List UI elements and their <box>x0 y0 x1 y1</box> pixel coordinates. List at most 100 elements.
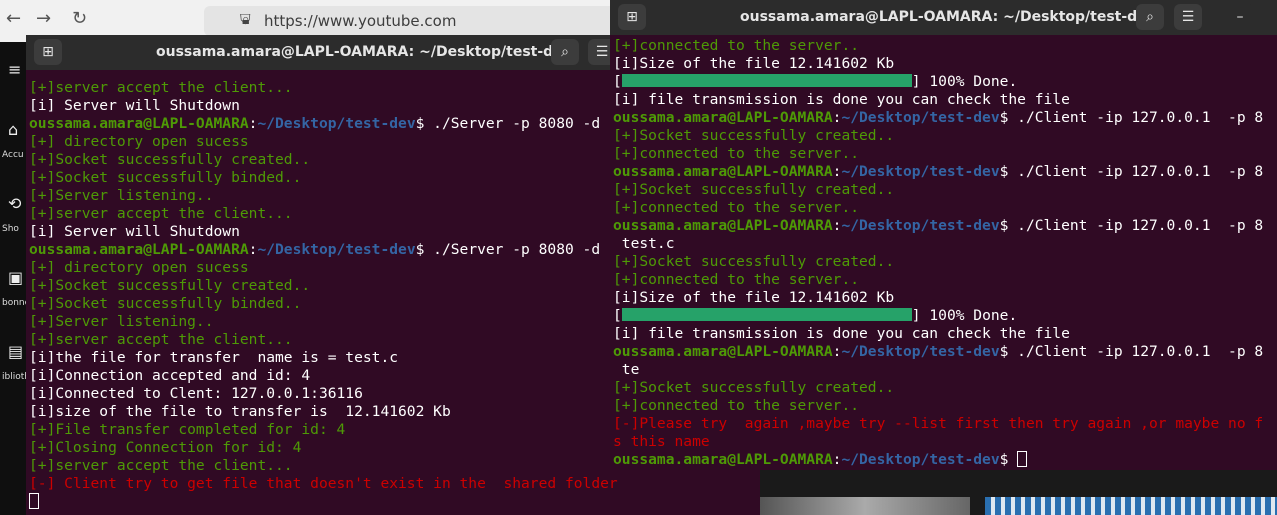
reload-icon[interactable]: ↻ <box>72 8 87 29</box>
sidebar-item-library-label[interactable]: iblioth <box>2 372 26 382</box>
status-message: [+]connected to the server.. <box>613 271 860 288</box>
status-message: [+]Socket successfully binded.. <box>29 295 302 312</box>
terminal-line: te <box>613 361 1277 379</box>
command-text: $ ./Client -ip 127.0.0.1 -p 8 <box>999 217 1264 234</box>
sidebar-item-home-label[interactable]: Accu <box>2 150 26 160</box>
youtube-sidebar: ≡ ⌂ Accu ⟲ Sho ▣ bonne ▤ iblioth <box>0 42 26 515</box>
status-message: [+]connected to the server.. <box>613 397 860 414</box>
status-message: [+] directory open sucess <box>29 259 249 276</box>
prompt-path: ~/Desktop/test-dev <box>841 109 1000 126</box>
sidebar-item-subscriptions-label[interactable]: bonne <box>2 298 26 308</box>
terminal-line: [+]Socket successfully created.. <box>613 379 1277 397</box>
info-message: [i]Size of the file 12.141602 Kb <box>613 55 895 72</box>
command-text: $ ./Client -ip 127.0.0.1 -p 8 <box>999 163 1264 180</box>
address-bar[interactable]: ⛉ 🔒︎ https://www.youtube.com <box>204 6 624 36</box>
info-message: [i]Connected to Clent: 127.0.0.1:36116 <box>29 385 363 402</box>
terminal-line: [i]Size of the file 12.141602 Kb <box>613 289 1277 307</box>
new-tab-icon[interactable]: ⊞ <box>618 4 646 30</box>
hamburger-menu-icon[interactable]: ☰ <box>1174 4 1202 30</box>
terminal-line: [+]connected to the server.. <box>613 199 1277 217</box>
terminal-line: oussama.amara@LAPL-OAMARA:~/Desktop/test… <box>613 109 1277 127</box>
progress-bar <box>621 74 912 87</box>
terminal-line: [+]connected to the server.. <box>613 145 1277 163</box>
search-icon[interactable]: ⌕ <box>1136 4 1164 30</box>
menu-icon[interactable]: ≡ <box>8 60 21 79</box>
terminal-output[interactable]: [+]connected to the server.. [i]Size of t… <box>613 37 1277 470</box>
progress-label: ] 100% Done. <box>911 307 1018 324</box>
info-message: [i] file transmission is done you can ch… <box>613 325 1070 342</box>
terminal-line: [+]connected to the server.. <box>613 271 1277 289</box>
status-message: [+]connected to the server.. <box>613 145 860 162</box>
search-icon[interactable]: ⌕ <box>551 39 579 65</box>
terminal-line: [+]connected to the server.. <box>613 37 1277 55</box>
info-message: [i] file transmission is done you can ch… <box>613 91 1070 108</box>
error-message: [-]Please try again ,maybe try --list fi… <box>613 415 1264 432</box>
terminal-line: [i]Size of the file 12.141602 Kb <box>613 55 1277 73</box>
terminal-line <box>29 493 760 511</box>
terminal-line: [] 100% Done. <box>613 73 1277 91</box>
terminal-line: oussama.amara@LAPL-OAMARA:~/Desktop/test… <box>613 343 1277 361</box>
prompt-path: ~/Desktop/test-dev <box>257 241 416 258</box>
status-message: [+]server accept the client... <box>29 331 293 348</box>
status-message: [+]Socket successfully created.. <box>29 277 311 294</box>
terminal-line: s this name <box>613 433 1277 451</box>
prompt-user: oussama.amara@LAPL-OAMARA <box>613 343 833 360</box>
status-message: [+]Socket successfully created.. <box>29 151 311 168</box>
terminal-titlebar[interactable]: ⊞ oussama.amara@LAPL-OAMARA: ~/Desktop/t… <box>610 0 1277 35</box>
text-cursor <box>1017 451 1028 467</box>
subscriptions-icon[interactable]: ▣ <box>8 268 23 287</box>
prompt-user: oussama.amara@LAPL-OAMARA <box>613 109 833 126</box>
terminal-line: oussama.amara@LAPL-OAMARA:~/Desktop/test… <box>613 217 1277 235</box>
video-thumbnail[interactable] <box>985 497 1277 515</box>
info-message: [i]the file for transfer name is = test.… <box>29 349 399 366</box>
status-message: [+]Server listening.. <box>29 313 214 330</box>
text-cursor <box>29 493 39 509</box>
terminal-line: test.c <box>613 235 1277 253</box>
command-text: $ ./Client -ip 127.0.0.1 -p 8 <box>999 343 1264 360</box>
terminal-line: [i] file transmission is done you can ch… <box>613 325 1277 343</box>
arrow-left-icon[interactable]: ← <box>6 8 21 29</box>
terminal-line: [i] file transmission is done you can ch… <box>613 91 1277 109</box>
status-message: [+]Closing Connection for id: 4 <box>29 439 302 456</box>
status-message: [+]server accept the client... <box>29 79 293 96</box>
terminal-line: [+]Socket successfully created.. <box>613 127 1277 145</box>
terminal-line: [-]Please try again ,maybe try --list fi… <box>613 415 1277 433</box>
info-message: [i]Connection accepted and id: 4 <box>29 367 311 384</box>
status-message: [+]Socket successfully created.. <box>613 379 895 396</box>
prompt-user: oussama.amara@LAPL-OAMARA <box>29 241 249 258</box>
prompt-user: oussama.amara@LAPL-OAMARA <box>613 163 833 180</box>
home-icon[interactable]: ⌂ <box>8 120 18 139</box>
prompt-path: ~/Desktop/test-dev <box>841 217 1000 234</box>
video-thumbnail[interactable] <box>760 497 970 515</box>
terminal-line: [-] Client try to get file that doesn't … <box>29 475 760 493</box>
command-text: $ <box>999 451 1018 468</box>
terminal-title: oussama.amara@LAPL-OAMARA: ~/Desktop/tes… <box>156 44 572 60</box>
command-text: $ ./Server -p 8080 -d <box>415 241 601 258</box>
library-icon[interactable]: ▤ <box>8 342 23 361</box>
shorts-icon[interactable]: ⟲ <box>8 194 21 213</box>
arrow-right-icon[interactable]: → <box>36 8 51 29</box>
info-message: [i]Size of the file 12.141602 Kb <box>613 289 895 306</box>
status-message: [+]Socket successfully created.. <box>613 181 895 198</box>
url-text[interactable]: https://www.youtube.com <box>264 12 456 30</box>
status-message: [+]Socket successfully binded.. <box>29 169 302 186</box>
minimize-icon[interactable]: – <box>1226 4 1254 30</box>
new-tab-icon[interactable]: ⊞ <box>34 39 62 65</box>
sidebar-item-shorts-label[interactable]: Sho <box>2 224 26 234</box>
progress-label: ] 100% Done. <box>911 73 1018 90</box>
status-message: [+]server accept the client... <box>29 457 293 474</box>
prompt-user: oussama.amara@LAPL-OAMARA <box>29 115 249 132</box>
error-message: s this name <box>613 433 710 450</box>
status-message: [+]Socket successfully created.. <box>613 127 895 144</box>
terminal-line: [] 100% Done. <box>613 307 1277 325</box>
info-message: [i]size of the file to transfer is 12.14… <box>29 403 451 420</box>
prompt-path: ~/Desktop/test-dev <box>841 343 1000 360</box>
terminal-line: [+]Socket successfully created.. <box>613 181 1277 199</box>
status-message: [+]connected to the server.. <box>613 37 860 54</box>
lock-icon[interactable]: 🔒︎ <box>242 12 249 28</box>
info-message: test.c <box>613 235 675 252</box>
info-message: [i] Server will Shutdown <box>29 97 240 114</box>
info-message: [i] Server will Shutdown <box>29 223 240 240</box>
terminal-window-client[interactable]: ⊞ oussama.amara@LAPL-OAMARA: ~/Desktop/t… <box>610 0 1277 470</box>
status-message: [+]connected to the server.. <box>613 199 860 216</box>
